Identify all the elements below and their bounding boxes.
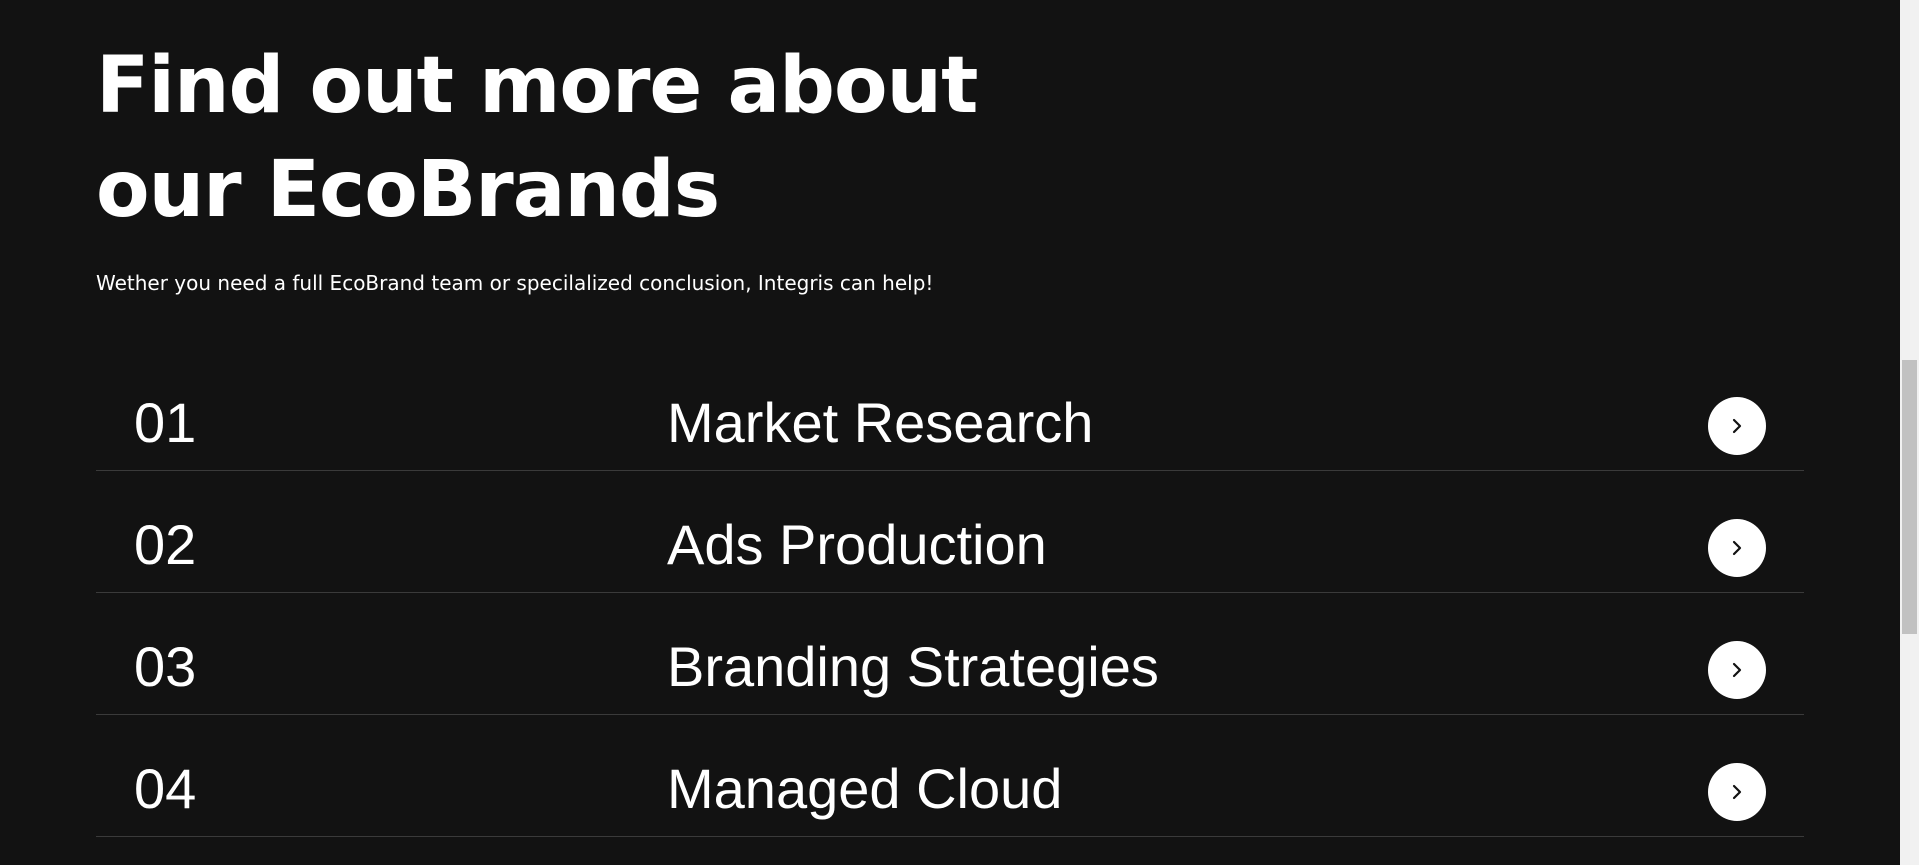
services-list: 01 Market Research 02 Ads Production 03 … [96, 349, 1804, 837]
service-open-button[interactable] [1708, 519, 1766, 577]
service-row-branding-strategies[interactable]: 03 Branding Strategies [96, 593, 1804, 715]
heading-line-1: Find out more about [96, 41, 978, 131]
service-open-button[interactable] [1708, 397, 1766, 455]
service-name: Managed Cloud [667, 757, 1063, 820]
heading-line-2: our EcoBrands [96, 145, 720, 235]
service-row-managed-cloud[interactable]: 04 Managed Cloud [96, 715, 1804, 837]
service-number: 02 [134, 513, 197, 576]
service-number: 03 [134, 635, 197, 698]
service-row-market-research[interactable]: 01 Market Research [96, 349, 1804, 471]
service-name: Market Research [667, 391, 1094, 454]
service-open-button[interactable] [1708, 641, 1766, 699]
vertical-scrollbar[interactable] [1900, 0, 1919, 865]
service-name: Ads Production [667, 513, 1047, 576]
section-subtitle: Wether you need a full EcoBrand team or … [96, 271, 934, 295]
page: Find out more about our EcoBrands Wether… [0, 0, 1900, 865]
service-open-button[interactable] [1708, 763, 1766, 821]
chevron-right-icon [1732, 784, 1742, 800]
service-number: 04 [134, 757, 197, 820]
chevron-right-icon [1732, 418, 1742, 434]
section-heading: Find out more about our EcoBrands [96, 34, 978, 242]
service-number: 01 [134, 391, 197, 454]
service-name: Branding Strategies [667, 635, 1159, 698]
chevron-right-icon [1732, 662, 1742, 678]
chevron-right-icon [1732, 540, 1742, 556]
service-row-ads-production[interactable]: 02 Ads Production [96, 471, 1804, 593]
scrollbar-thumb[interactable] [1902, 360, 1917, 634]
